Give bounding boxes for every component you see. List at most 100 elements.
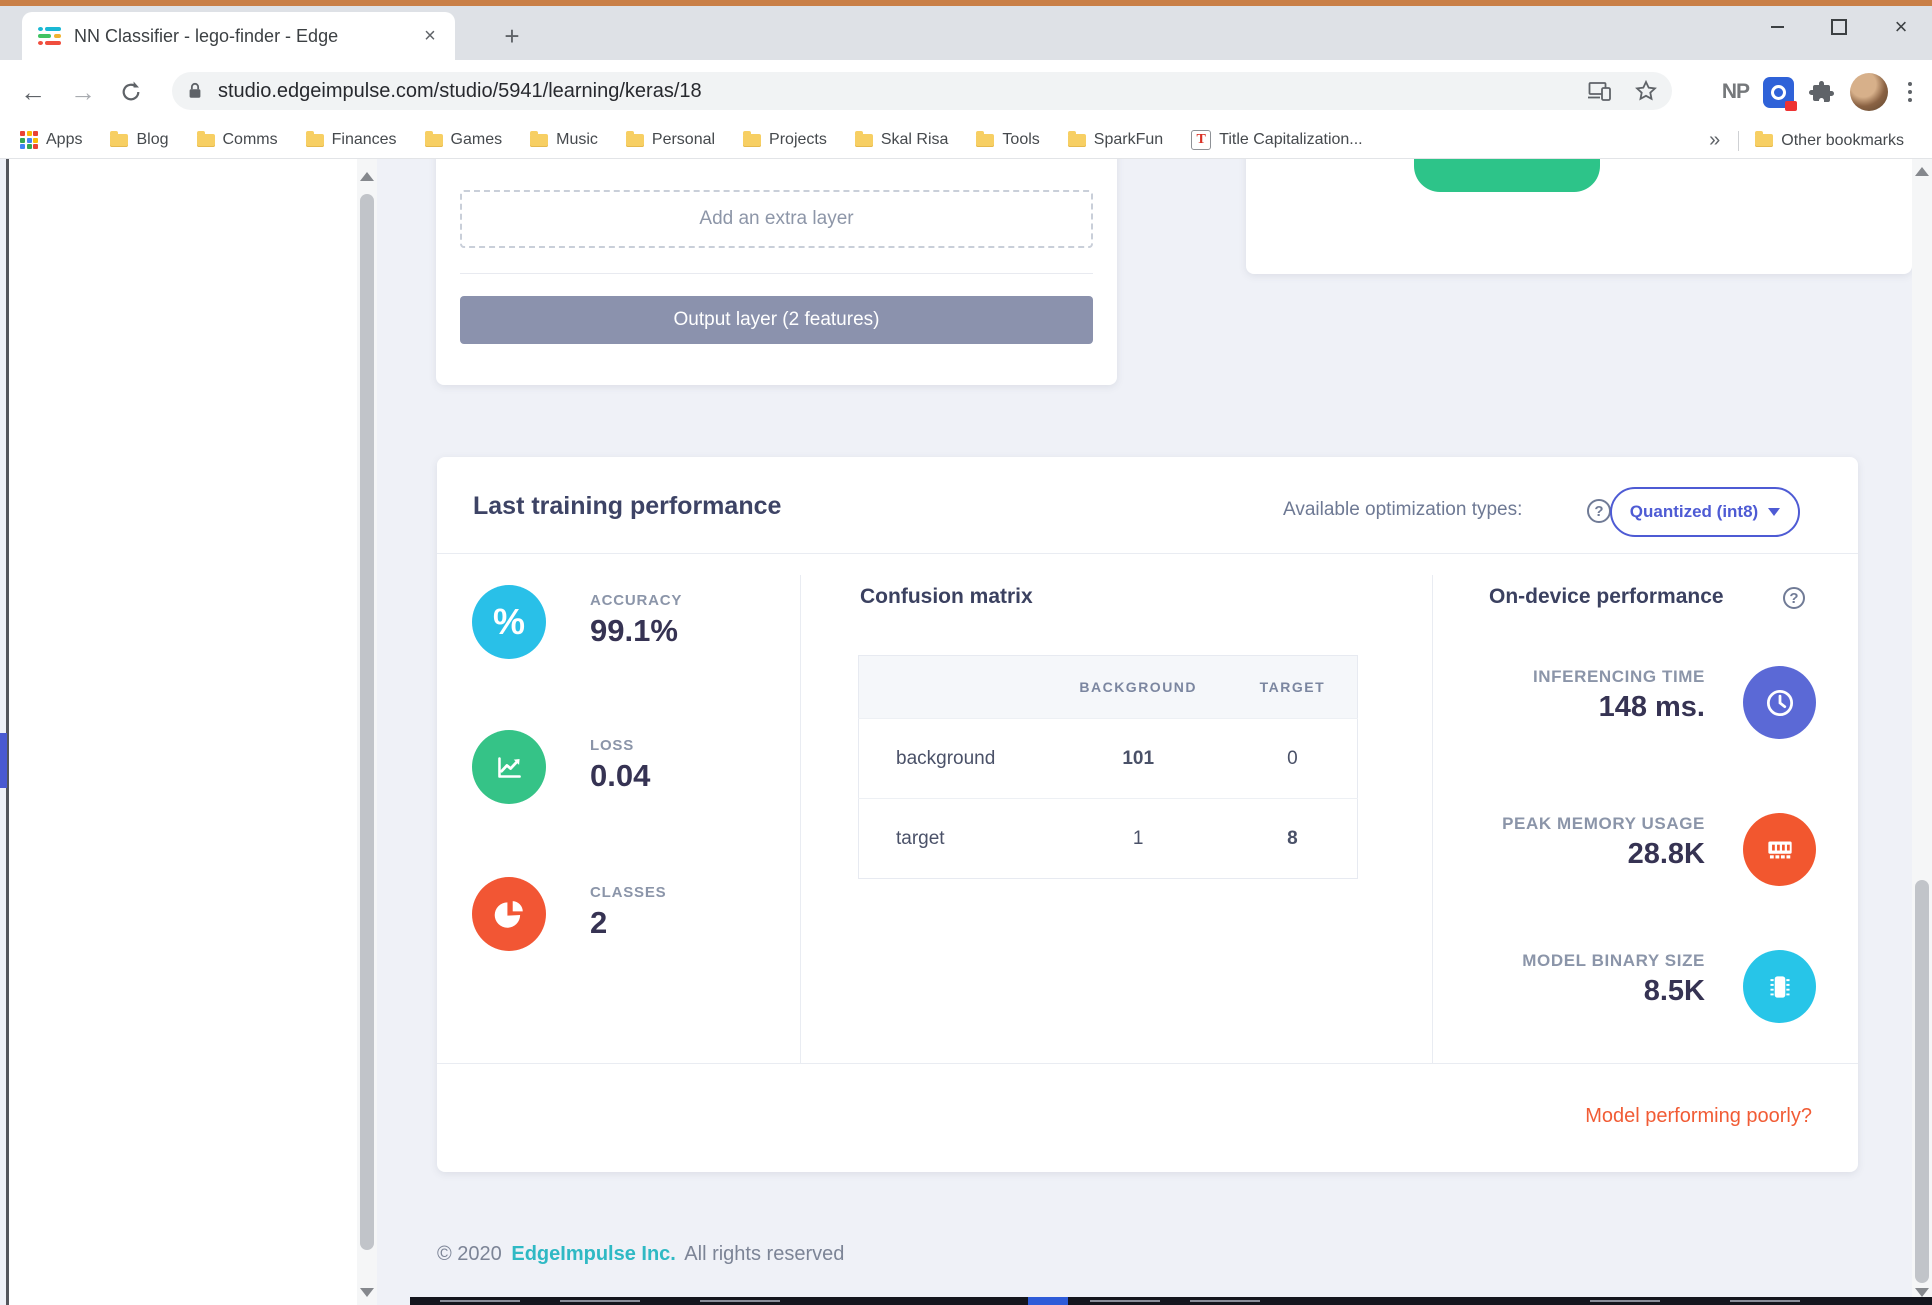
card-title: Last training performance: [473, 492, 781, 521]
peak-memory-label: PEAK MEMORY USAGE: [1337, 814, 1705, 834]
bookmark-apps[interactable]: Apps: [20, 131, 82, 149]
output-layer-button[interactable]: Output layer (2 features): [460, 296, 1093, 344]
bookmark-skal-risa[interactable]: Skal Risa: [855, 131, 949, 149]
url-text: studio.edgeimpulse.com/studio/5941/learn…: [218, 80, 1588, 103]
divider: [437, 553, 1858, 554]
bookmark-personal[interactable]: Personal: [626, 131, 715, 149]
table-header-row: BACKGROUND TARGET: [859, 656, 1358, 719]
folder-icon: [425, 134, 443, 147]
add-extra-layer-button[interactable]: Add an extra layer: [460, 190, 1093, 248]
divider: [437, 1063, 1858, 1064]
extension-np-icon[interactable]: NP: [1722, 80, 1749, 104]
active-item-indicator: [0, 733, 7, 788]
tab-title: NN Classifier - lego-finder - Edge: [74, 26, 417, 47]
extensions-puzzle-icon[interactable]: [1808, 78, 1836, 106]
address-bar[interactable]: studio.edgeimpulse.com/studio/5941/learn…: [172, 72, 1672, 110]
background-window-strip: [410, 1297, 1932, 1305]
inferencing-time-value: 148 ms.: [1337, 691, 1705, 724]
window-left-edge: [6, 159, 9, 1305]
chevron-down-icon: [1768, 508, 1780, 516]
ram-icon: [1743, 813, 1816, 886]
training-performance-card: Last training performance Available opti…: [437, 457, 1858, 1172]
folder-icon: [743, 134, 761, 147]
row-label: background: [859, 719, 1049, 799]
help-icon[interactable]: ?: [1587, 499, 1611, 523]
browser-tab[interactable]: NN Classifier - lego-finder - Edge ×: [22, 12, 455, 60]
favicon-edge-impulse: [38, 27, 62, 45]
apps-grid-icon: [20, 131, 38, 149]
model-binary-size-label: MODEL BINARY SIZE: [1337, 951, 1705, 971]
folder-icon: [1755, 134, 1773, 147]
company-link[interactable]: EdgeImpulse Inc.: [511, 1243, 675, 1265]
bookmark-music[interactable]: Music: [530, 131, 598, 149]
chrome-menu-icon[interactable]: [1902, 82, 1918, 102]
classes-label: CLASSES: [590, 884, 666, 901]
window-scrollbar-thumb[interactable]: [1915, 880, 1929, 1283]
folder-icon: [306, 134, 324, 147]
confusion-matrix-table: BACKGROUND TARGET background 101 0 targe…: [858, 655, 1358, 879]
forward-icon[interactable]: →: [66, 75, 100, 109]
classes-pie-icon: [472, 877, 546, 951]
loss-value: 0.04: [590, 758, 650, 794]
sidebar: [9, 159, 357, 1305]
bookmarks-bar: Apps Blog Comms Finances Games Music Per…: [0, 122, 1932, 159]
folder-icon: [110, 134, 128, 147]
title-capitalization-icon: T: [1191, 130, 1211, 150]
folder-icon: [530, 134, 548, 147]
folder-icon: [1068, 134, 1086, 147]
other-bookmarks[interactable]: Other bookmarks: [1755, 132, 1904, 150]
on-device-performance-title: On-device performance: [1489, 585, 1724, 609]
profile-avatar[interactable]: [1850, 73, 1888, 111]
accuracy-label: ACCURACY: [590, 592, 682, 609]
bookmarks-overflow-icon[interactable]: »: [1709, 129, 1720, 152]
peak-memory-value: 28.8K: [1337, 838, 1705, 871]
bookmark-projects[interactable]: Projects: [743, 131, 827, 149]
tab-close-icon[interactable]: ×: [417, 23, 443, 49]
divider: [800, 575, 801, 1063]
bookmarks-divider: [1738, 131, 1739, 151]
bookmark-title-capitalization[interactable]: TTitle Capitalization...: [1191, 130, 1362, 150]
bookmark-tools[interactable]: Tools: [976, 131, 1039, 149]
password-extension-icon[interactable]: [1763, 77, 1794, 108]
loss-chart-icon: [472, 730, 546, 804]
browser-window: NN Classifier - lego-finder - Edge × + ×…: [0, 0, 1932, 1305]
close-button[interactable]: ×: [1870, 6, 1932, 48]
folder-icon: [855, 134, 873, 147]
optimization-type-dropdown[interactable]: Quantized (int8): [1610, 487, 1800, 537]
accuracy-value: 99.1%: [590, 613, 678, 649]
scroll-up-icon[interactable]: [1915, 167, 1929, 176]
maximize-button[interactable]: [1808, 6, 1870, 48]
bookmark-star-icon[interactable]: [1634, 79, 1658, 103]
extensions-area: NP: [1722, 72, 1918, 112]
bookmark-games[interactable]: Games: [425, 131, 503, 149]
back-icon[interactable]: ←: [16, 75, 50, 109]
page-footer: © 2020 EdgeImpulse Inc. All rights reser…: [437, 1243, 844, 1266]
bookmark-sparkfun[interactable]: SparkFun: [1068, 131, 1163, 149]
cell-value: 1: [1049, 799, 1228, 879]
bookmark-finances[interactable]: Finances: [306, 131, 397, 149]
minimize-button[interactable]: [1746, 6, 1808, 48]
column-background: BACKGROUND: [1049, 656, 1228, 719]
help-icon[interactable]: ?: [1783, 587, 1805, 609]
bookmark-blog[interactable]: Blog: [110, 131, 168, 149]
folder-icon: [976, 134, 994, 147]
divider: [460, 273, 1093, 274]
copyright-text: © 2020: [437, 1243, 502, 1265]
confusion-matrix-title: Confusion matrix: [860, 585, 1033, 609]
sidebar-scrollbar[interactable]: [357, 159, 377, 1305]
model-performing-poorly-link[interactable]: Model performing poorly?: [1585, 1105, 1812, 1128]
scroll-down-icon[interactable]: [360, 1288, 374, 1297]
window-scrollbar[interactable]: [1912, 159, 1932, 1305]
scroll-up-icon[interactable]: [360, 172, 374, 181]
bookmark-comms[interactable]: Comms: [197, 131, 278, 149]
sidebar-scrollbar-thumb[interactable]: [360, 194, 374, 1250]
rights-text: All rights reserved: [684, 1243, 844, 1265]
cell-value: 0: [1228, 719, 1358, 799]
window-controls: ×: [1746, 6, 1932, 48]
lock-icon: [186, 81, 204, 101]
clock-icon: [1743, 666, 1816, 739]
reload-icon[interactable]: [114, 75, 148, 109]
send-to-devices-icon[interactable]: [1588, 80, 1612, 102]
scroll-down-icon[interactable]: [1915, 1288, 1929, 1297]
new-tab-button[interactable]: +: [496, 20, 528, 52]
